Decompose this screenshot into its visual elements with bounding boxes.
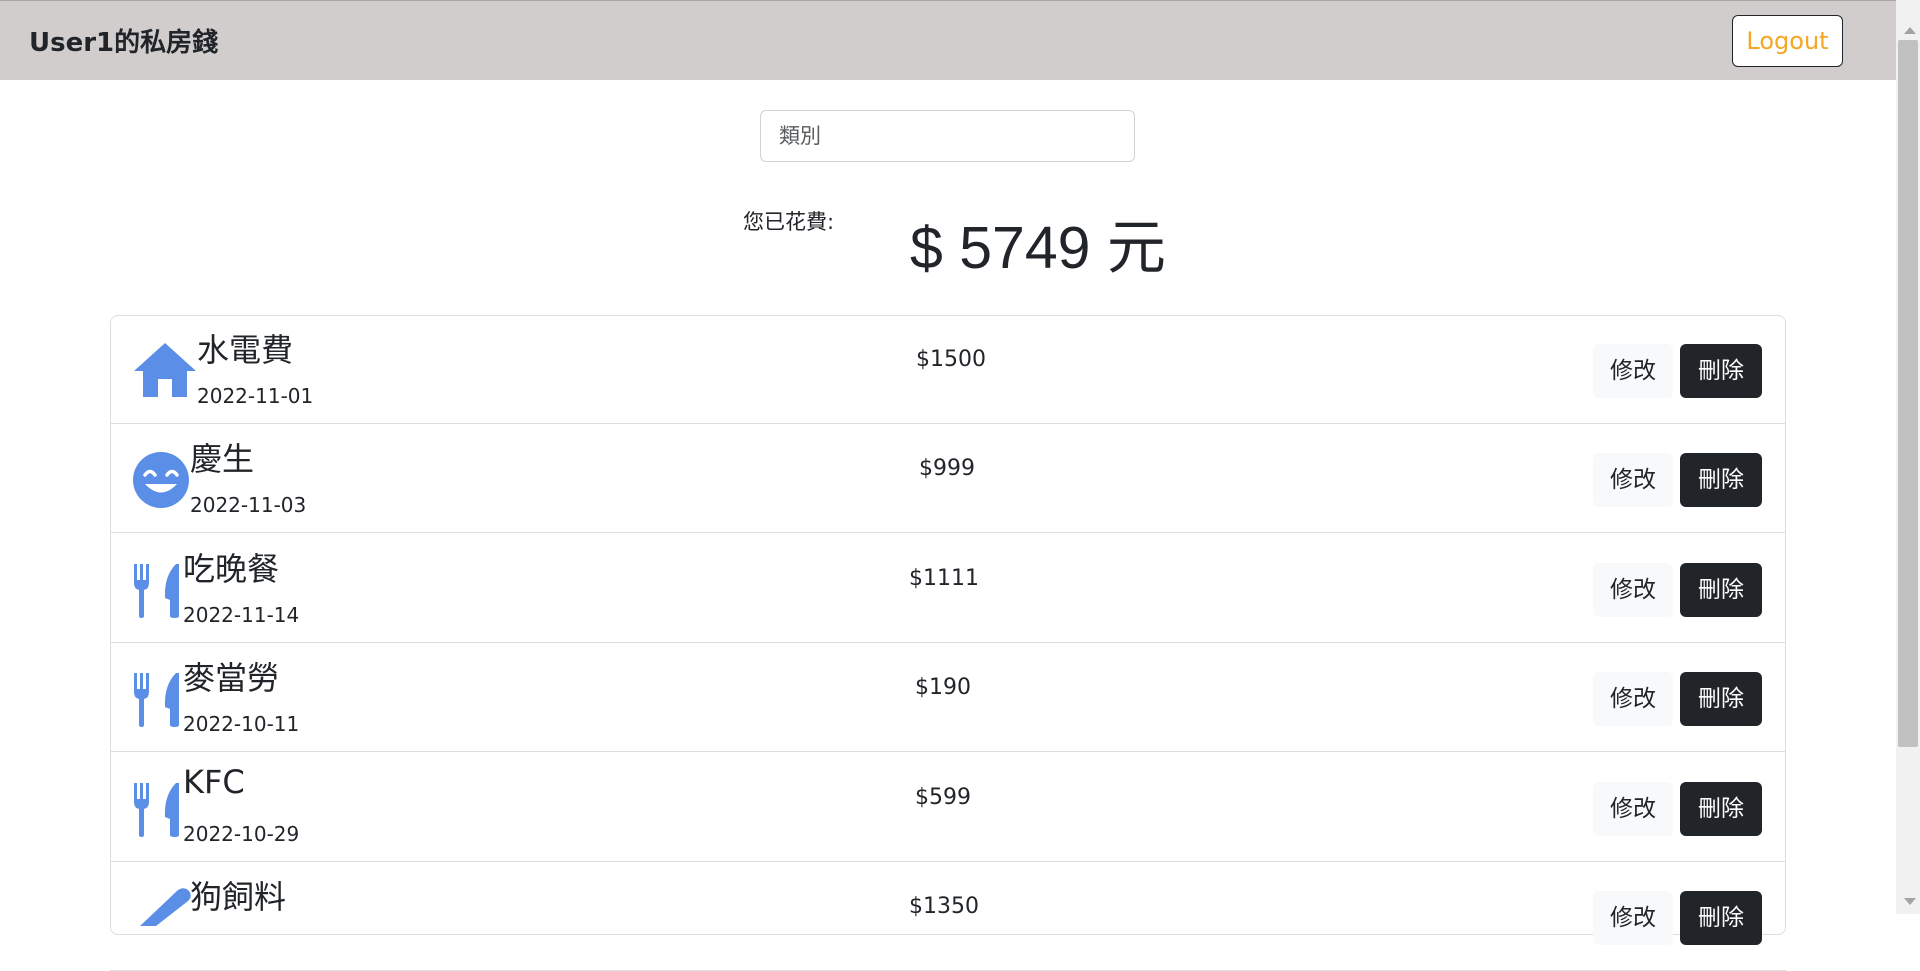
- item-name: 慶生: [190, 440, 255, 478]
- category-filter-input[interactable]: [760, 110, 1135, 162]
- delete-button[interactable]: 刪除: [1680, 453, 1762, 507]
- item-date: 2022-11-01: [197, 384, 314, 408]
- pen-icon: [140, 888, 191, 926]
- brand-title[interactable]: User1的私房錢: [29, 22, 218, 59]
- item-amount: $999: [919, 456, 975, 481]
- delete-button[interactable]: 刪除: [1680, 344, 1762, 398]
- list-item[interactable]: 吃晚餐 2022-11-14 $1111 修改 刪除: [110, 534, 1786, 643]
- delete-button[interactable]: 刪除: [1680, 782, 1762, 836]
- delete-button[interactable]: 刪除: [1680, 891, 1762, 945]
- item-date: 2022-11-03: [190, 493, 307, 517]
- item-name: 麥當勞: [183, 659, 280, 697]
- utensils-icon: [134, 783, 179, 837]
- item-name: 吃晚餐: [183, 550, 280, 588]
- list-item[interactable]: 狗飼料 $1350 修改 刪除: [110, 862, 1786, 971]
- smile-icon: [133, 452, 189, 508]
- item-name: 狗飼料: [190, 878, 287, 916]
- item-amount: $1350: [909, 894, 979, 919]
- list-item[interactable]: KFC 2022-10-29 $599 修改 刪除: [110, 753, 1786, 862]
- scrollbar-thumb[interactable]: [1898, 40, 1918, 747]
- item-date: 2022-10-29: [183, 822, 300, 846]
- list-item[interactable]: 水電費 2022-11-01 $1500 修改 刪除: [110, 315, 1786, 424]
- utensils-icon: [134, 564, 179, 618]
- home-icon: [134, 343, 196, 397]
- scroll-up-arrow-icon[interactable]: [1904, 27, 1916, 34]
- edit-button[interactable]: 修改: [1593, 453, 1673, 507]
- edit-button[interactable]: 修改: [1593, 782, 1673, 836]
- edit-button[interactable]: 修改: [1593, 344, 1673, 398]
- delete-button[interactable]: 刪除: [1680, 563, 1762, 617]
- item-date: 2022-10-11: [183, 712, 300, 736]
- list-item[interactable]: 麥當勞 2022-10-11 $190 修改 刪除: [110, 643, 1786, 752]
- item-amount: $190: [915, 675, 971, 700]
- spent-label: 您已花費:: [743, 210, 835, 234]
- item-amount: $1500: [916, 347, 986, 372]
- edit-button[interactable]: 修改: [1593, 891, 1673, 945]
- item-amount: $1111: [909, 566, 979, 591]
- delete-button[interactable]: 刪除: [1680, 672, 1762, 726]
- navbar: User1的私房錢 Logout: [0, 0, 1896, 80]
- item-name: 水電費: [197, 331, 294, 369]
- list-item[interactable]: 慶生 2022-11-03 $999 修改 刪除: [110, 424, 1786, 533]
- scroll-down-arrow-icon[interactable]: [1904, 898, 1916, 905]
- edit-button[interactable]: 修改: [1593, 563, 1673, 617]
- item-name: KFC: [183, 763, 245, 801]
- logout-button[interactable]: Logout: [1732, 15, 1843, 67]
- item-date: 2022-11-14: [183, 603, 300, 627]
- edit-button[interactable]: 修改: [1593, 672, 1673, 726]
- item-amount: $599: [915, 785, 971, 810]
- utensils-icon: [134, 673, 179, 727]
- spent-total: $ 5749 元: [910, 215, 1166, 281]
